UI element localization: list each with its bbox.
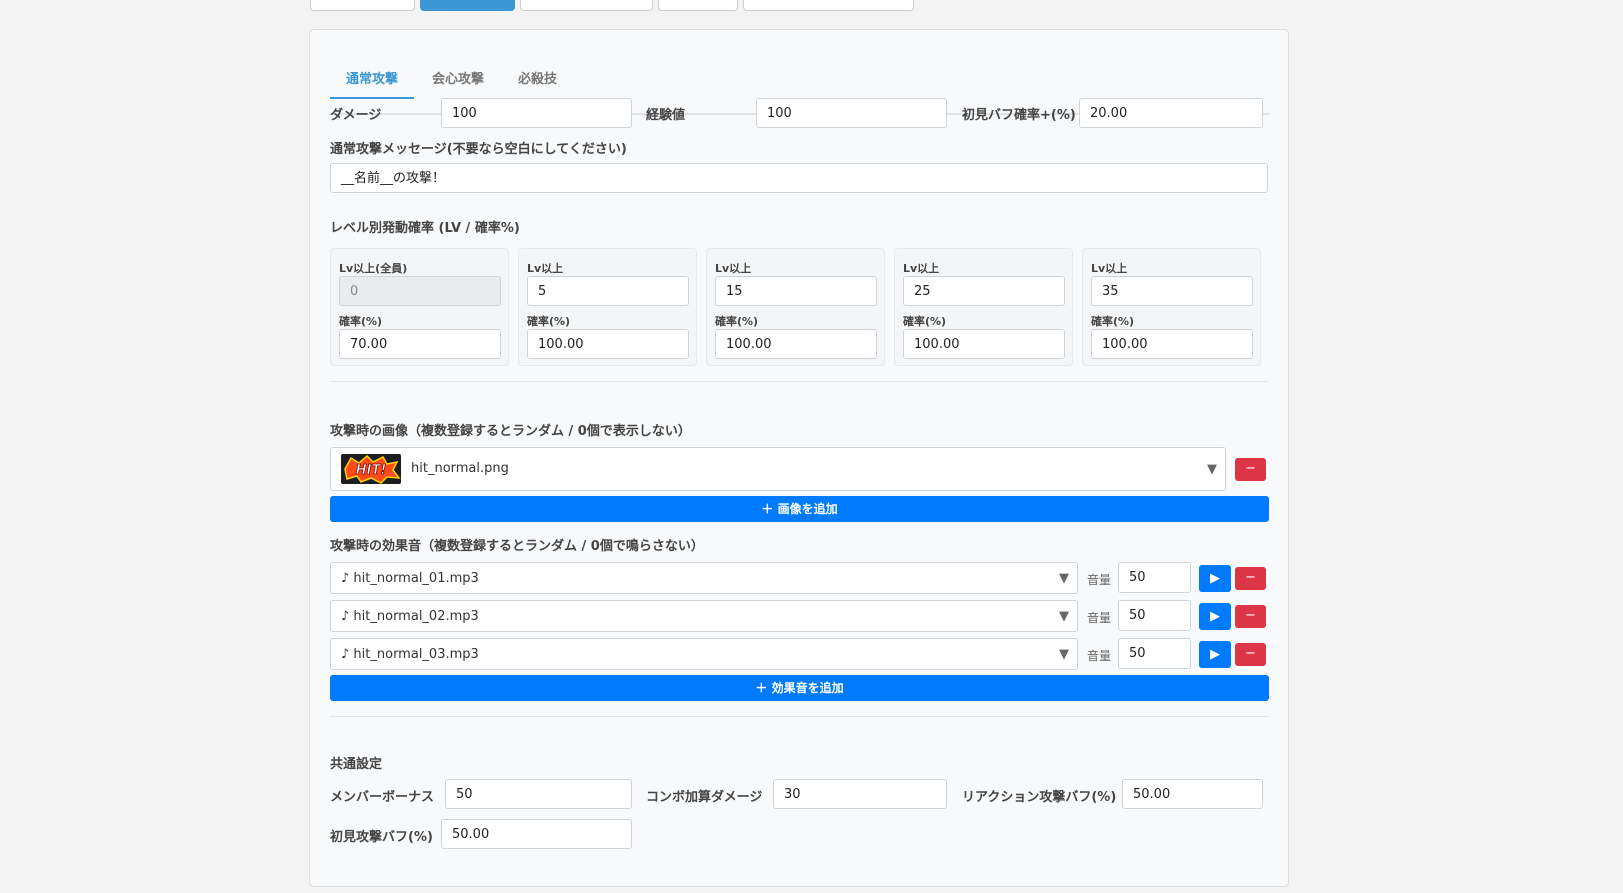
reaction-buff-input[interactable]: 50.00	[1122, 779, 1263, 809]
remove-sound-button[interactable]: −	[1235, 605, 1266, 628]
common-section-title: 共通設定	[330, 757, 383, 772]
rate-label: 確率(%)	[715, 315, 759, 328]
play-icon[interactable]: ▶	[1199, 603, 1231, 630]
sound-filename: ♪ hit_normal_02.mp3	[341, 609, 479, 624]
sound-section-title: 攻撃時の効果音（複数登録するとランダム / 0個で鳴らさない）	[330, 539, 704, 554]
divider	[330, 716, 1269, 717]
play-icon[interactable]: ▶	[1199, 641, 1231, 668]
message-input[interactable]: __名前__の攻撃！	[330, 163, 1268, 193]
top-tab-2[interactable]	[420, 0, 515, 11]
reaction-buff-label: リアクション攻撃バフ(%)	[962, 790, 1117, 805]
remove-sound-button[interactable]: −	[1235, 643, 1266, 666]
rate-input[interactable]: 100.00	[903, 329, 1065, 359]
rate-input[interactable]: 100.00	[715, 329, 877, 359]
lv-input[interactable]: 25	[903, 276, 1065, 306]
message-label: 通常攻撃メッセージ(不要なら空白にしてください)	[330, 142, 627, 157]
level-card: Lv以上 25 確率(%) 100.00	[894, 248, 1073, 366]
remove-image-button[interactable]: −	[1235, 458, 1266, 481]
top-tab-3[interactable]	[520, 0, 653, 11]
member-bonus-label: メンバーボーナス	[330, 790, 435, 805]
combo-damage-input[interactable]: 30	[773, 779, 947, 809]
lv-input[interactable]: 15	[715, 276, 877, 306]
top-tab-5[interactable]	[743, 0, 914, 11]
level-card: Lv以上 5 確率(%) 100.00	[518, 248, 697, 366]
level-card: Lv以上 35 確率(%) 100.00	[1082, 248, 1261, 366]
volume-input[interactable]: 50	[1118, 600, 1191, 631]
first-attack-buff-input[interactable]: 50.00	[441, 819, 632, 849]
attack-settings-panel: 通常攻撃 会心攻撃 必殺技 ダメージ 100 経験値 100 初見バフ確率+(%…	[309, 29, 1289, 887]
top-tab-4[interactable]	[658, 0, 738, 11]
volume-label: 音量	[1087, 573, 1112, 587]
lv-input[interactable]: 5	[527, 276, 689, 306]
chevron-down-icon: ▼	[1207, 462, 1217, 477]
chevron-down-icon: ▼	[1059, 571, 1069, 586]
chevron-down-icon: ▼	[1059, 647, 1069, 662]
chevron-down-icon: ▼	[1059, 609, 1069, 624]
image-select[interactable]: HIT! hit_normal.png ▼	[330, 447, 1226, 491]
divider	[330, 381, 1269, 382]
volume-input[interactable]: 50	[1118, 562, 1191, 593]
exp-input[interactable]: 100	[756, 98, 947, 128]
level-card: Lv以上(全員) 0 確率(%) 70.00	[330, 248, 509, 366]
lv-label: Lv以上	[527, 262, 564, 275]
level-card: Lv以上 15 確率(%) 100.00	[706, 248, 885, 366]
first-attack-buff-label: 初見攻撃バフ(%)	[330, 830, 433, 845]
lv-input: 0	[339, 276, 501, 306]
level-section-title: レベル別発動確率 (LV / 確率%)	[330, 221, 520, 236]
volume-input[interactable]: 50	[1118, 638, 1191, 669]
add-image-button[interactable]: ＋ 画像を追加	[330, 496, 1269, 522]
rate-label: 確率(%)	[339, 315, 383, 328]
volume-label: 音量	[1087, 649, 1112, 663]
rate-input[interactable]: 70.00	[339, 329, 501, 359]
tab-normal-attack[interactable]: 通常攻撃	[330, 64, 415, 99]
top-tab-1[interactable]	[310, 0, 415, 11]
hit-image-thumbnail: HIT!	[341, 454, 401, 484]
rate-input[interactable]: 100.00	[527, 329, 689, 359]
sound-select[interactable]: ♪ hit_normal_02.mp3 ▼	[330, 600, 1078, 632]
rate-input[interactable]: 100.00	[1091, 329, 1253, 359]
lv-input[interactable]: 35	[1091, 276, 1253, 306]
hit-burst-icon: HIT!	[344, 454, 401, 484]
image-filename: hit_normal.png	[411, 461, 509, 476]
lv-label: Lv以上(全員)	[339, 262, 408, 275]
lv-label: Lv以上	[715, 262, 752, 275]
sound-select[interactable]: ♪ hit_normal_03.mp3 ▼	[330, 638, 1078, 670]
first-buff-label: 初見バフ確率+(%)	[962, 108, 1076, 123]
sound-filename: ♪ hit_normal_03.mp3	[341, 647, 479, 662]
tab-critical-attack[interactable]: 会心攻撃	[416, 64, 500, 97]
play-icon[interactable]: ▶	[1199, 565, 1231, 592]
sound-select[interactable]: ♪ hit_normal_01.mp3 ▼	[330, 562, 1078, 594]
first-buff-input[interactable]: 20.00	[1079, 98, 1263, 128]
tab-special-move[interactable]: 必殺技	[502, 64, 573, 97]
remove-sound-button[interactable]: −	[1235, 567, 1266, 590]
combo-damage-label: コンボ加算ダメージ	[646, 790, 763, 805]
add-sound-button[interactable]: ＋ 効果音を追加	[330, 675, 1269, 701]
sound-filename: ♪ hit_normal_01.mp3	[341, 571, 479, 586]
lv-label: Lv以上	[1091, 262, 1128, 275]
lv-label: Lv以上	[903, 262, 940, 275]
rate-label: 確率(%)	[1091, 315, 1135, 328]
volume-label: 音量	[1087, 611, 1112, 625]
rate-label: 確率(%)	[527, 315, 571, 328]
exp-label: 経験値	[646, 108, 686, 123]
image-section-title: 攻撃時の画像（複数登録するとランダム / 0個で表示しない）	[330, 424, 691, 439]
rate-label: 確率(%)	[903, 315, 947, 328]
damage-input[interactable]: 100	[441, 98, 632, 128]
damage-label: ダメージ	[330, 108, 382, 123]
member-bonus-input[interactable]: 50	[445, 779, 632, 809]
hit-thumb-text: HIT!	[356, 463, 387, 478]
